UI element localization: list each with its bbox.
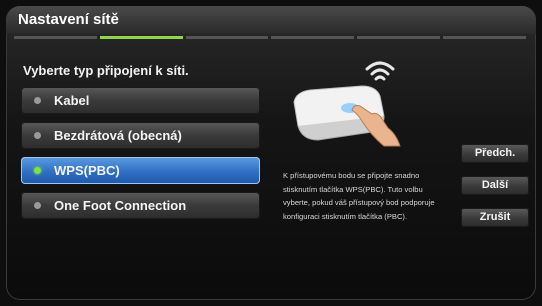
option-label: One Foot Connection <box>54 198 187 213</box>
network-settings-dialog: Nastavení sítě Vyberte typ připojení k s… <box>6 6 536 300</box>
cancel-button[interactable]: Zrušit <box>461 208 529 227</box>
option-label: Kabel <box>54 93 90 108</box>
option-label: WPS(PBC) <box>54 163 120 178</box>
progress-step-1 <box>14 36 97 39</box>
connection-type-prompt: Vyberte typ připojení k síti. <box>23 63 189 78</box>
option-cable[interactable]: Kabel <box>21 87 260 114</box>
previous-button[interactable]: Předch. <box>461 144 529 163</box>
title-bar: Nastavení sítě <box>6 6 536 34</box>
progress-step-4 <box>271 36 355 39</box>
radio-dot-icon <box>34 202 41 209</box>
radio-dot-icon <box>34 132 41 139</box>
progress-step-3 <box>185 36 269 39</box>
option-wireless-general[interactable]: Bezdrátová (obecná) <box>21 122 260 149</box>
router-with-hand-press-icon <box>288 54 418 154</box>
progress-step-5 <box>357 36 441 39</box>
radio-dot-icon <box>34 167 41 174</box>
option-wps-pbc[interactable]: WPS(PBC) <box>21 157 260 184</box>
dialog-title: Nastavení sítě <box>18 11 119 28</box>
option-label: Bezdrátová (obecná) <box>54 128 182 143</box>
option-description: K přístupovému bodu se připojte snadno s… <box>283 171 435 221</box>
progress-step-6 <box>443 36 526 39</box>
radio-dot-icon <box>34 97 41 104</box>
next-button[interactable]: Další <box>461 176 529 195</box>
progress-step-2 <box>99 36 183 39</box>
option-one-foot-connection[interactable]: One Foot Connection <box>21 192 260 219</box>
step-progress-bar <box>14 36 526 39</box>
